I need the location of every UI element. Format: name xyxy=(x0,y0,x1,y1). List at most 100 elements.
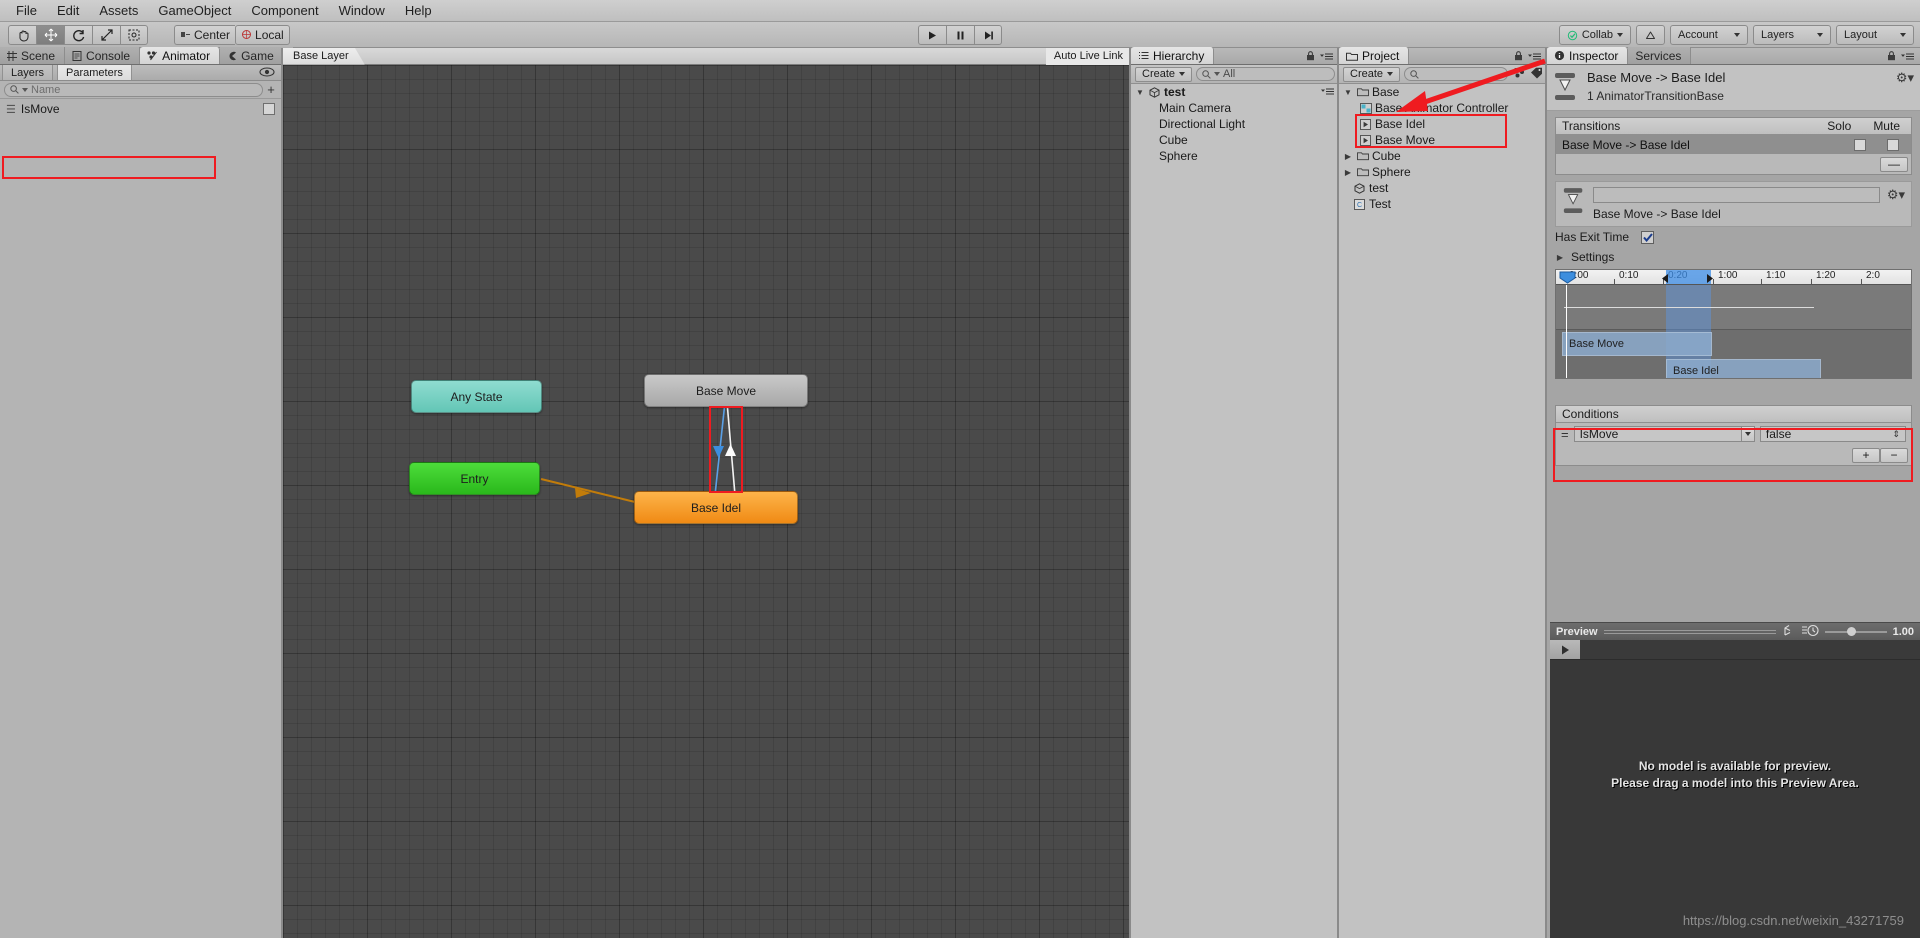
state-node-any-state[interactable]: Any State xyxy=(411,380,542,413)
lock-icon[interactable] xyxy=(1514,49,1523,64)
hierarchy-search-input[interactable]: All xyxy=(1196,67,1335,81)
timeline-playhead[interactable] xyxy=(1566,285,1567,378)
hierarchy-item-directional-light[interactable]: Directional Light xyxy=(1131,116,1339,132)
preview-area[interactable]: No model is available for preview. Pleas… xyxy=(1550,640,1920,938)
subtab-parameters[interactable]: Parameters xyxy=(57,65,132,80)
move-tool-icon[interactable] xyxy=(36,24,64,45)
lock-icon[interactable] xyxy=(1306,49,1315,64)
project-item-cube[interactable]: ▶ Cube xyxy=(1339,148,1547,164)
layers-button[interactable]: Layers xyxy=(1753,25,1831,45)
menu-item-gameobject[interactable]: GameObject xyxy=(148,1,241,20)
gear-icon[interactable]: ⚙▾ xyxy=(1896,70,1914,105)
chevron-down-icon[interactable] xyxy=(1740,427,1754,441)
chevron-right-icon[interactable]: ▶ xyxy=(1343,168,1353,177)
settings-foldout[interactable]: ▶ Settings xyxy=(1547,247,1920,267)
project-item-sphere[interactable]: ▶ Sphere xyxy=(1339,164,1547,180)
parameter-bool-checkbox[interactable] xyxy=(263,103,275,115)
timeline-clip-base-move[interactable]: Base Move xyxy=(1562,332,1712,356)
menu-item-edit[interactable]: Edit xyxy=(47,1,89,20)
project-item-test-scene[interactable]: test xyxy=(1339,180,1547,196)
drag-handle-icon[interactable]: ☰ xyxy=(6,103,16,116)
menu-item-help[interactable]: Help xyxy=(395,1,442,20)
auto-live-link-toggle[interactable]: Auto Live Link xyxy=(1045,47,1131,65)
account-button[interactable]: Account xyxy=(1670,25,1748,45)
hierarchy-item-cube[interactable]: Cube xyxy=(1131,132,1339,148)
mute-checkbox[interactable] xyxy=(1887,138,1899,151)
transition-timeline[interactable]: 0:00 0:10 0:20 1:00 1:10 1:20 2:0 xyxy=(1555,269,1912,379)
animator-state-graph[interactable]: Any State Entry Base Move Base Idel xyxy=(283,65,1131,938)
hierarchy-create-button[interactable]: Create xyxy=(1135,66,1193,82)
remove-transition-button[interactable]: — xyxy=(1880,156,1908,172)
solo-checkbox[interactable] xyxy=(1854,138,1866,151)
condition-parameter-dropdown[interactable]: IsMove xyxy=(1573,426,1755,442)
timeline-clip-base-idel[interactable]: Base Idel xyxy=(1666,359,1821,378)
space-toggle[interactable]: Local xyxy=(235,24,290,45)
step-button[interactable] xyxy=(974,25,1002,45)
panel-menu-icon[interactable] xyxy=(1901,49,1914,64)
tab-animator[interactable]: Animator xyxy=(140,47,221,64)
lock-icon[interactable] xyxy=(1887,49,1896,64)
chevron-right-icon[interactable]: ▶ xyxy=(1555,253,1565,262)
subtab-layers[interactable]: Layers xyxy=(2,65,54,80)
project-item-base-idel[interactable]: Base Idel xyxy=(1339,116,1547,132)
menu-item-assets[interactable]: Assets xyxy=(89,1,148,20)
layer-chip-base-layer[interactable]: Base Layer xyxy=(283,48,365,65)
filter-by-label-icon[interactable] xyxy=(1530,67,1543,82)
eye-icon[interactable] xyxy=(259,65,275,80)
add-condition-button[interactable]: + xyxy=(1852,447,1880,463)
state-node-entry[interactable]: Entry xyxy=(409,462,540,495)
has-exit-time-checkbox[interactable] xyxy=(1641,230,1655,244)
timeline-body[interactable]: Base Move Base Idel xyxy=(1556,285,1911,378)
transition-name-input[interactable] xyxy=(1593,187,1880,203)
stepper-icon[interactable]: ⇕ xyxy=(1892,429,1900,440)
project-search-input[interactable] xyxy=(1404,67,1508,81)
state-node-base-move[interactable]: Base Move xyxy=(644,374,808,407)
rotate-tool-icon[interactable] xyxy=(64,24,92,45)
layout-button[interactable]: Layout xyxy=(1836,25,1914,45)
project-item-base-animator-controller[interactable]: Base Animator Controller xyxy=(1339,100,1547,116)
chevron-down-icon[interactable]: ▼ xyxy=(1135,88,1145,97)
state-node-base-idel[interactable]: Base Idel xyxy=(634,491,798,524)
menu-item-file[interactable]: File xyxy=(6,1,47,20)
hierarchy-root-row[interactable]: ▼ test xyxy=(1131,84,1339,100)
timeline-ruler[interactable]: 0:00 0:10 0:20 1:00 1:10 1:20 2:0 xyxy=(1556,270,1911,285)
preview-speed-slider[interactable] xyxy=(1824,626,1887,636)
remove-condition-button[interactable]: − xyxy=(1880,447,1908,463)
parameter-search-input[interactable]: Name xyxy=(4,82,263,97)
timeline-selection-band[interactable] xyxy=(1666,270,1711,284)
filter-by-type-icon[interactable] xyxy=(1512,67,1526,82)
tab-scene[interactable]: Scene xyxy=(0,47,66,64)
menu-item-window[interactable]: Window xyxy=(329,1,395,20)
tab-console[interactable]: Console xyxy=(65,47,141,64)
condition-value-dropdown[interactable]: false ⇕ xyxy=(1759,426,1906,442)
collab-button[interactable]: Collab xyxy=(1558,25,1631,45)
gear-icon[interactable]: ⚙▾ xyxy=(1887,187,1905,221)
tab-hierarchy[interactable]: Hierarchy xyxy=(1131,47,1215,64)
slider-knob[interactable] xyxy=(1846,626,1856,636)
pivot-toggle[interactable]: Center xyxy=(174,24,236,45)
preview-play-button[interactable] xyxy=(1550,640,1580,659)
tab-services[interactable]: Services xyxy=(1628,47,1692,64)
cloud-button[interactable] xyxy=(1636,25,1665,45)
add-parameter-button[interactable]: + xyxy=(263,82,279,97)
tab-inspector[interactable]: Inspector xyxy=(1547,47,1629,64)
transition-list-row[interactable]: Base Move -> Base Idel xyxy=(1556,135,1911,154)
project-item-test-script[interactable]: C Test xyxy=(1339,196,1547,212)
menu-item-component[interactable]: Component xyxy=(241,1,328,20)
panel-menu-icon[interactable] xyxy=(1320,49,1333,64)
tab-project[interactable]: Project xyxy=(1339,47,1410,64)
hierarchy-item-main-camera[interactable]: Main Camera xyxy=(1131,100,1339,116)
pivot-axis-icon[interactable] xyxy=(1782,624,1796,640)
project-item-base[interactable]: ▼ Base xyxy=(1339,84,1547,100)
rect-tool-icon[interactable] xyxy=(120,24,148,45)
pause-button[interactable] xyxy=(946,25,974,45)
play-button[interactable] xyxy=(918,25,946,45)
project-create-button[interactable]: Create xyxy=(1343,66,1401,82)
playback-speed-icon[interactable] xyxy=(1801,624,1819,640)
scale-tool-icon[interactable] xyxy=(92,24,120,45)
chevron-right-icon[interactable]: ▶ xyxy=(1343,152,1353,161)
project-item-base-move[interactable]: Base Move xyxy=(1339,132,1547,148)
chevron-down-icon[interactable]: ▼ xyxy=(1343,88,1353,97)
hand-tool-icon[interactable] xyxy=(8,24,36,45)
hierarchy-item-sphere[interactable]: Sphere xyxy=(1131,148,1339,164)
